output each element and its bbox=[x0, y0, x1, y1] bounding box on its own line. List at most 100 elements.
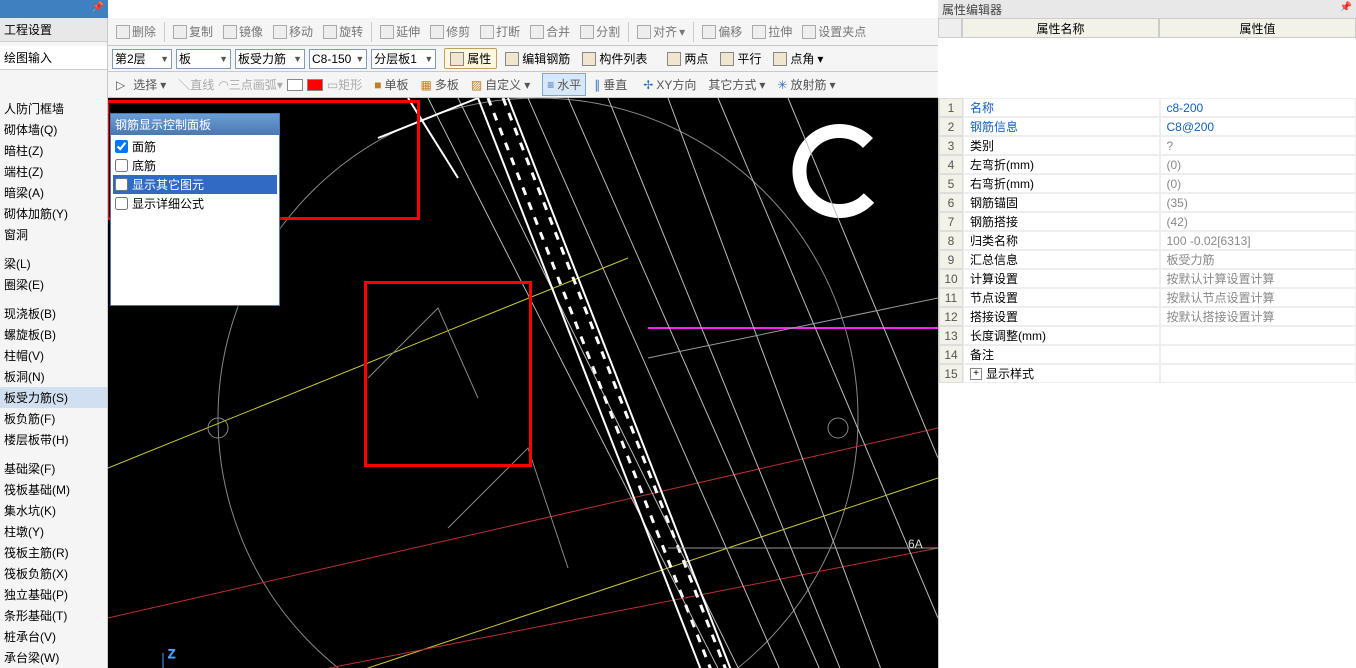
sidebar-item[interactable]: 砌体墙(Q) bbox=[0, 119, 107, 140]
property-row[interactable]: 9汇总信息板受力筋 bbox=[939, 250, 1356, 269]
sidebar-item[interactable]: 桩承台(V) bbox=[0, 626, 107, 647]
pin-icon[interactable]: 📌 bbox=[92, 2, 104, 13]
select-button[interactable]: 选择▾ bbox=[129, 74, 170, 95]
sidebar-item[interactable]: 人防门框墙 bbox=[0, 98, 107, 119]
radial-button[interactable]: ✳放射筋▾ bbox=[773, 74, 839, 95]
property-row[interactable]: 13长度调整(mm) bbox=[939, 326, 1356, 345]
sidebar-item[interactable]: 筏板基础(M) bbox=[0, 479, 107, 500]
opt-show-other[interactable]: 显示其它图元 bbox=[113, 175, 277, 194]
sidebar-item[interactable]: 板洞(N) bbox=[0, 366, 107, 387]
property-value[interactable]: C8@200 bbox=[1160, 117, 1356, 136]
opt-bottom-rebar[interactable]: 底筋 bbox=[113, 156, 277, 175]
multi-board-button[interactable]: ▦多板 bbox=[416, 74, 462, 95]
opt-show-formula[interactable]: 显示详细公式 bbox=[113, 194, 277, 213]
sidebar-item[interactable]: 窗洞 bbox=[0, 224, 107, 245]
property-row[interactable]: 7钢筋搭接(42) bbox=[939, 212, 1356, 231]
property-value[interactable]: ? bbox=[1160, 136, 1356, 155]
point-angle-button[interactable]: 点角▾ bbox=[769, 48, 827, 69]
color-white[interactable] bbox=[287, 79, 303, 91]
sidebar-item[interactable]: 现浇板(B) bbox=[0, 303, 107, 324]
parallel-button[interactable]: 平行 bbox=[716, 48, 765, 69]
sidebar-item[interactable]: 圈梁(E) bbox=[0, 274, 107, 295]
expand-icon[interactable]: + bbox=[970, 368, 982, 380]
delete-button[interactable]: 删除 bbox=[112, 21, 160, 42]
other-mode-button[interactable]: 其它方式▾ bbox=[704, 74, 769, 95]
property-value[interactable]: (35) bbox=[1160, 193, 1356, 212]
component-list-button[interactable]: 构件列表 bbox=[578, 48, 651, 69]
sidebar-item[interactable]: 楼层板带(H) bbox=[0, 429, 107, 450]
break-button[interactable]: 打断 bbox=[476, 21, 524, 42]
property-row[interactable]: 8归类名称100 -0.02[6313] bbox=[939, 231, 1356, 250]
opt-top-rebar[interactable]: 面筋 bbox=[113, 137, 277, 156]
align-button[interactable]: 对齐▾ bbox=[633, 21, 689, 42]
single-board-button[interactable]: ■单板 bbox=[370, 74, 412, 95]
property-row[interactable]: 10计算设置按默认计算设置计算 bbox=[939, 269, 1356, 288]
sublayer-combo[interactable]: 分层板1▼ bbox=[371, 49, 436, 69]
sidebar-item[interactable]: 板负筋(F) bbox=[0, 408, 107, 429]
sidebar-item[interactable]: 集水坑(K) bbox=[0, 500, 107, 521]
property-row[interactable]: 4左弯折(mm)(0) bbox=[939, 155, 1356, 174]
setgrip-button[interactable]: 设置夹点 bbox=[798, 21, 870, 42]
tab-draw-input[interactable]: 绘图输入 bbox=[0, 46, 107, 70]
property-row[interactable]: 3类别? bbox=[939, 136, 1356, 155]
sidebar-item[interactable]: 螺旋板(B) bbox=[0, 324, 107, 345]
mirror-button[interactable]: 镜像 bbox=[219, 21, 267, 42]
property-value[interactable]: 按默认计算设置计算 bbox=[1160, 269, 1356, 288]
property-value[interactable] bbox=[1160, 364, 1356, 383]
sidebar-item[interactable]: 独立基础(P) bbox=[0, 584, 107, 605]
property-row[interactable]: 11节点设置按默认节点设置计算 bbox=[939, 288, 1356, 307]
property-row[interactable]: 12搭接设置按默认搭接设置计算 bbox=[939, 307, 1356, 326]
rebar-display-panel[interactable]: 钢筋显示控制面板 面筋 底筋 显示其它图元 显示详细公式 bbox=[110, 113, 280, 306]
color-red[interactable] bbox=[307, 79, 323, 91]
sidebar-item[interactable]: 筏板主筋(R) bbox=[0, 542, 107, 563]
sidebar-item[interactable]: 砌体加筋(Y) bbox=[0, 203, 107, 224]
sidebar-item[interactable]: 暗梁(A) bbox=[0, 182, 107, 203]
offset-button[interactable]: 偏移 bbox=[698, 21, 746, 42]
spec-combo[interactable]: C8-150▼ bbox=[309, 49, 367, 69]
property-value[interactable]: (0) bbox=[1160, 174, 1356, 193]
sidebar-item[interactable]: 端柱(Z) bbox=[0, 161, 107, 182]
property-value[interactable]: 板受力筋 bbox=[1160, 250, 1356, 269]
checkbox-formula[interactable] bbox=[115, 197, 128, 210]
category-combo[interactable]: 板▼ bbox=[176, 49, 231, 69]
horizontal-button[interactable]: ≡水平 bbox=[542, 73, 586, 96]
sidebar-item[interactable]: 基础梁(F) bbox=[0, 458, 107, 479]
drawing-viewport[interactable]: Z 6A 钢筋显示控制面板 面筋 底筋 显示其它图元 显示详细公式 bbox=[108, 98, 938, 668]
component-tree[interactable]: 人防门框墙砌体墙(Q)暗柱(Z)端柱(Z)暗梁(A)砌体加筋(Y)窗洞梁(L)圈… bbox=[0, 98, 108, 668]
stretch-button[interactable]: 拉伸 bbox=[748, 21, 796, 42]
checkbox-other[interactable] bbox=[115, 178, 128, 191]
property-value[interactable]: 按默认节点设置计算 bbox=[1160, 288, 1356, 307]
property-row[interactable]: 5右弯折(mm)(0) bbox=[939, 174, 1356, 193]
property-value[interactable]: 按默认搭接设置计算 bbox=[1160, 307, 1356, 326]
sidebar-item[interactable]: 承台梁(W) bbox=[0, 647, 107, 668]
sidebar-item[interactable]: 暗柱(Z) bbox=[0, 140, 107, 161]
property-value[interactable]: 100 -0.02[6313] bbox=[1160, 231, 1356, 250]
copy-button[interactable]: 复制 bbox=[169, 21, 217, 42]
sidebar-item[interactable]: 柱帽(V) bbox=[0, 345, 107, 366]
split-button[interactable]: 分割 bbox=[576, 21, 624, 42]
edit-rebar-button[interactable]: 编辑钢筋 bbox=[501, 48, 574, 69]
vertical-button[interactable]: ∥垂直 bbox=[590, 74, 631, 95]
sidebar-item[interactable]: 条形基础(T) bbox=[0, 605, 107, 626]
extend-button[interactable]: 延伸 bbox=[376, 21, 424, 42]
twopoint-button[interactable]: 两点 bbox=[663, 48, 712, 69]
property-row[interactable]: 1名称c8-200 bbox=[939, 98, 1356, 117]
property-row[interactable]: 15+显示样式 bbox=[939, 364, 1356, 383]
type-combo[interactable]: 板受力筋▼ bbox=[235, 49, 305, 69]
checkbox-bottom[interactable] bbox=[115, 159, 128, 172]
sidebar-item[interactable]: 柱墩(Y) bbox=[0, 521, 107, 542]
merge-button[interactable]: 合并 bbox=[526, 21, 574, 42]
move-button[interactable]: 移动 bbox=[269, 21, 317, 42]
rotate-button[interactable]: 旋转 bbox=[319, 21, 367, 42]
sidebar-item[interactable]: 板受力筋(S) bbox=[0, 387, 107, 408]
property-row[interactable]: 2钢筋信息C8@200 bbox=[939, 117, 1356, 136]
xy-button[interactable]: ✢XY方向 bbox=[639, 74, 700, 95]
property-row[interactable]: 14备注 bbox=[939, 345, 1356, 364]
property-value[interactable]: (0) bbox=[1160, 155, 1356, 174]
attributes-button[interactable]: 属性 bbox=[444, 48, 497, 69]
property-editor[interactable]: 1名称c8-2002钢筋信息C8@2003类别?4左弯折(mm)(0)5右弯折(… bbox=[938, 98, 1356, 668]
trim-button[interactable]: 修剪 bbox=[426, 21, 474, 42]
property-value[interactable]: (42) bbox=[1160, 212, 1356, 231]
property-row[interactable]: 6钢筋锚固(35) bbox=[939, 193, 1356, 212]
property-value[interactable] bbox=[1160, 326, 1356, 345]
